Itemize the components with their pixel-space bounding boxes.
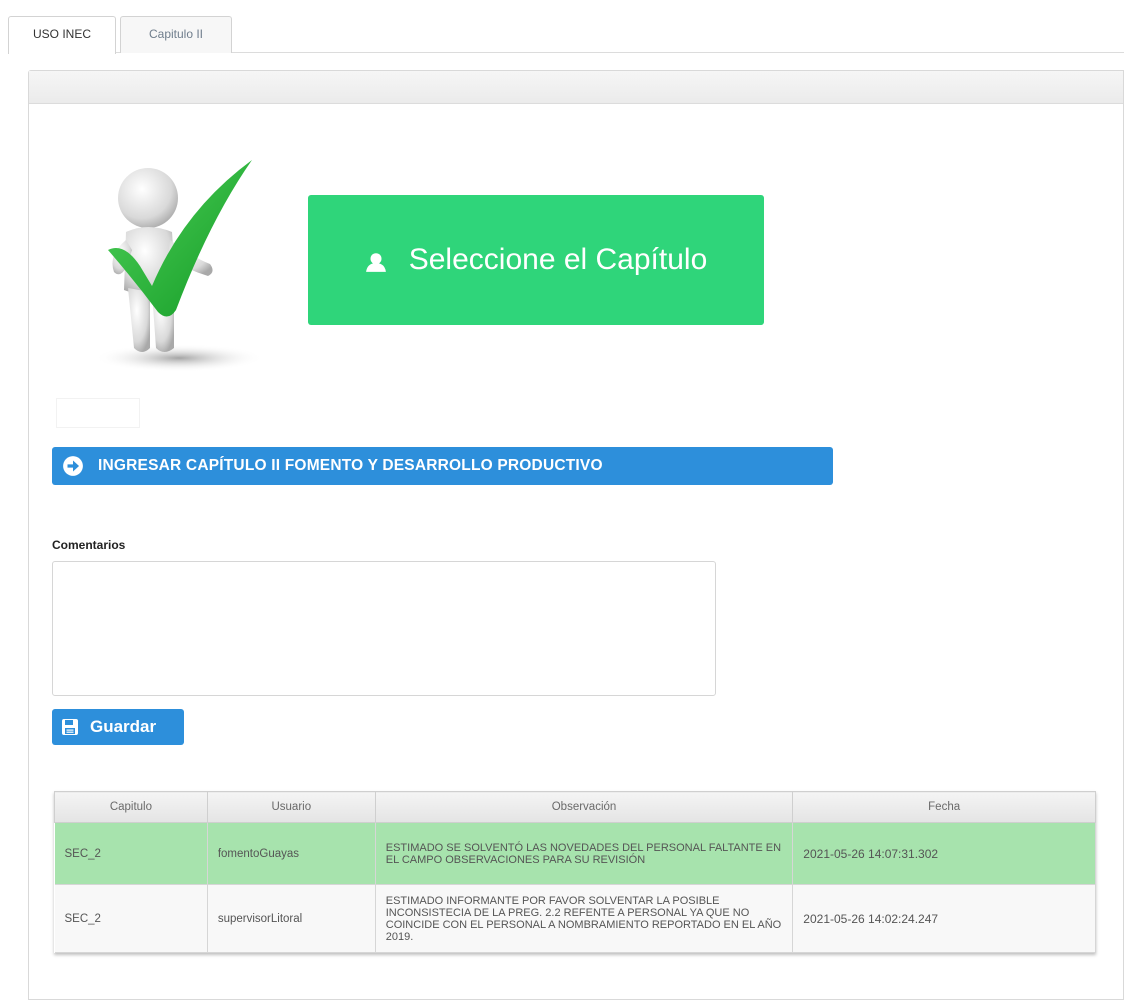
comments-label: Comentarios — [52, 538, 126, 552]
panel-header — [29, 71, 1123, 104]
enter-chapter-button[interactable]: INGRESAR CAPÍTULO II FOMENTO Y DESARROLL… — [52, 447, 833, 485]
tab-uso-inec[interactable]: USO INEC — [8, 16, 116, 54]
observations-table: Capitulo Usuario Observación Fecha SEC_2… — [54, 791, 1096, 953]
header-usuario[interactable]: Usuario — [206, 791, 376, 823]
cell-fecha: 2021-05-26 14:02:24.247 — [792, 884, 1096, 953]
comments-textarea[interactable] — [52, 561, 716, 696]
select-chapter-banner[interactable]: Seleccione el Capítulo — [308, 195, 764, 325]
blank-field — [56, 398, 140, 428]
enter-chapter-label: INGRESAR CAPÍTULO II FOMENTO Y DESARROLL… — [98, 457, 603, 474]
cell-usuario: supervisorLitoral — [207, 884, 376, 953]
table-row[interactable]: SEC_2 supervisorLitoral ESTIMADO INFORMA… — [54, 884, 1096, 953]
cell-usuario: fomentoGuayas — [207, 822, 376, 885]
save-floppy-icon — [62, 719, 78, 735]
cell-capitulo: SEC_2 — [54, 822, 208, 885]
save-button-label: Guardar — [90, 717, 157, 736]
tab-bar: USO INEC Capitulo II — [8, 16, 1124, 54]
tab-capitulo-ii[interactable]: Capitulo II — [120, 16, 232, 53]
arrow-right-circle-icon — [63, 456, 83, 476]
header-capitulo[interactable]: Capitulo — [54, 791, 208, 823]
save-button[interactable]: Guardar — [52, 709, 184, 745]
checkmark-figure-illustration — [94, 160, 264, 372]
cell-fecha: 2021-05-26 14:07:31.302 — [792, 822, 1096, 885]
header-fecha[interactable]: Fecha — [792, 791, 1096, 823]
cell-capitulo: SEC_2 — [54, 884, 208, 953]
cell-observacion: ESTIMADO INFORMANTE POR FAVOR SOLVENTAR … — [375, 884, 794, 953]
header-observacion[interactable]: Observación — [374, 791, 794, 823]
user-icon — [365, 253, 386, 272]
table-header-row: Capitulo Usuario Observación Fecha — [54, 791, 1096, 823]
table-row[interactable]: SEC_2 fomentoGuayas ESTIMADO SE SOLVENTÓ… — [54, 822, 1096, 885]
cell-observacion: ESTIMADO SE SOLVENTÓ LAS NOVEDADES DEL P… — [375, 822, 794, 885]
select-chapter-label: Seleccione el Capítulo — [408, 243, 708, 276]
